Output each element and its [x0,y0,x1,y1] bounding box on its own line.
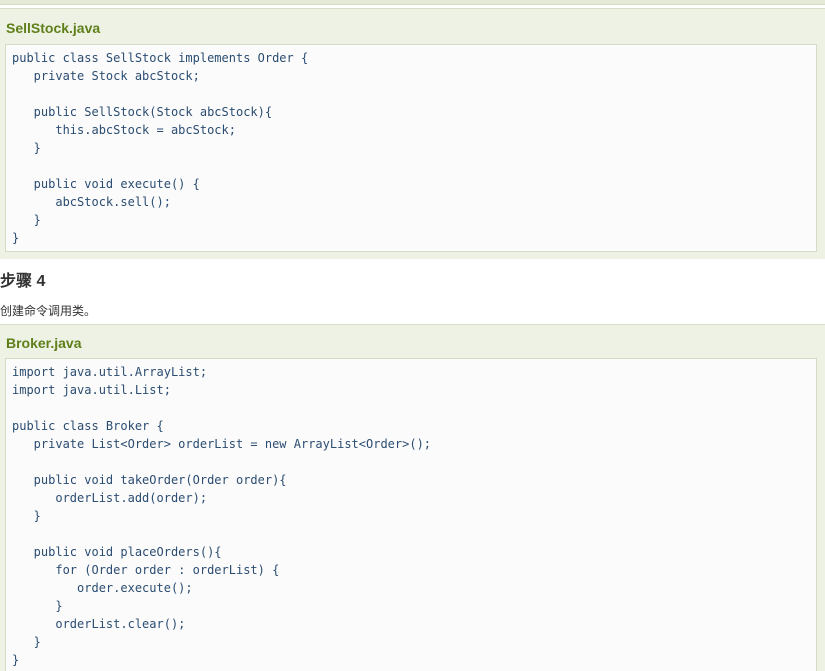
code-line: } [12,653,20,667]
code-line: public void placeOrders(){ [12,545,222,559]
code-line: private List<Order> orderList = new Arra… [12,437,432,451]
code-line: orderList.add(order); [12,491,208,505]
code-line: order.execute(); [12,581,193,595]
code-line: public class Broker { [12,419,164,433]
code-line: } [12,213,41,227]
tutorial-page: SellStock.java public class SellStock im… [0,0,825,671]
code-line: import java.util.ArrayList; [12,365,208,379]
code-line: private Stock abcStock; [12,69,200,83]
code-line: } [12,509,41,523]
code-line: public void execute() { [12,177,200,191]
code-box[interactable]: import java.util.ArrayList; import java.u… [5,358,817,671]
code-filename: SellStock.java [6,20,101,36]
code-line: } [12,231,20,245]
code-filename: Broker.java [6,335,82,351]
code-example-broker: Broker.java import java.util.ArrayList; i… [0,324,825,671]
code-line: public class SellStock implements Order … [12,51,309,65]
code-line: public void takeOrder(Order order){ [12,473,287,487]
code-line: for (Order order : orderList) { [12,563,280,577]
code-box[interactable]: public class SellStock implements Order … [5,44,817,252]
top-divider [0,0,825,5]
code-line: orderList.clear(); [12,617,186,631]
code-line: abcStock.sell(); [12,195,171,209]
code-line: } [12,141,41,155]
code-line: } [12,635,41,649]
code-line: public SellStock(Stock abcStock){ [12,105,273,119]
code-line: import java.util.List; [12,383,171,397]
step-heading: 步骤 4 [0,273,46,290]
code-line: this.abcStock = abcStock; [12,123,236,137]
code-line: } [12,599,63,613]
code-example-sellstock: SellStock.java public class SellStock im… [0,8,825,259]
step-description: 创建命令调用类。 [0,304,97,318]
